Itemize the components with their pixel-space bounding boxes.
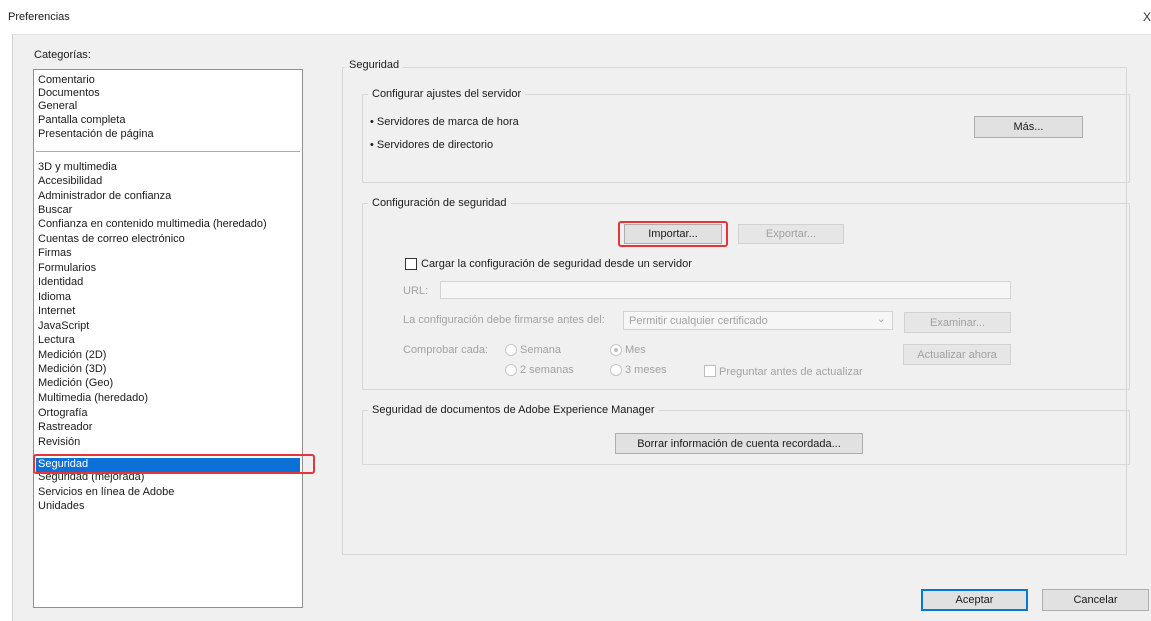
category-separator (36, 151, 300, 152)
category-item[interactable]: Ortografía (38, 407, 88, 420)
ask-before-update-checkbox[interactable] (704, 365, 716, 377)
timestamp-servers-label: • Servidores de marca de hora (370, 116, 519, 128)
radio-two-weeks[interactable] (505, 364, 517, 376)
category-item[interactable]: Pantalla completa (38, 114, 125, 127)
radio-week[interactable] (505, 344, 517, 356)
category-item[interactable]: Rastreador (38, 421, 92, 434)
aem-group-legend: Seguridad de documentos de Adobe Experie… (368, 404, 659, 416)
category-item[interactable]: Formularios (38, 262, 96, 275)
category-item[interactable]: Confianza en contenido multimedia (hered… (38, 218, 267, 231)
highlight-box (33, 454, 315, 474)
radio-week-label: Semana (520, 344, 561, 356)
server-group-legend: Configurar ajustes del servidor (368, 88, 526, 100)
security-settings-legend: Configuración de seguridad (368, 197, 511, 209)
category-item[interactable]: Identidad (38, 276, 83, 289)
ask-before-update-label: Preguntar antes de actualizar (719, 366, 863, 378)
category-item[interactable]: Servicios en línea de Adobe (38, 486, 174, 499)
category-item[interactable]: Accesibilidad (38, 175, 102, 188)
category-item[interactable]: Cuentas de correo electrónico (38, 233, 185, 246)
browse-button[interactable]: Examinar... (904, 312, 1011, 333)
category-item[interactable]: General (38, 100, 77, 113)
category-item[interactable]: Multimedia (heredado) (38, 392, 148, 405)
chevron-down-icon: ⌄ (877, 314, 886, 325)
sign-before-label: La configuración debe firmarse antes del… (403, 314, 605, 326)
radio-month-label: Mes (625, 344, 646, 356)
category-item[interactable]: Medición (3D) (38, 363, 106, 376)
check-every-label: Comprobar cada: (403, 344, 488, 356)
category-item[interactable]: Idioma (38, 291, 71, 304)
export-button[interactable]: Exportar... (738, 224, 844, 244)
category-item[interactable]: JavaScript (38, 320, 89, 333)
radio-month[interactable] (610, 344, 622, 356)
update-now-button[interactable]: Actualizar ahora (903, 344, 1011, 365)
categories-list[interactable]: Comentario Documentos General Pantalla c… (33, 69, 303, 608)
certificate-select-value: Permitir cualquier certificado (629, 315, 768, 327)
cancel-button[interactable]: Cancelar (1042, 589, 1149, 611)
clear-account-button[interactable]: Borrar información de cuenta recordada..… (615, 433, 863, 454)
category-item[interactable]: Medición (Geo) (38, 377, 113, 390)
category-item[interactable]: Comentario (38, 74, 95, 87)
radio-three-months[interactable] (610, 364, 622, 376)
certificate-select[interactable]: Permitir cualquier certificado ⌄ (623, 311, 893, 330)
category-item[interactable]: Presentación de página (38, 128, 154, 141)
panel-title: Seguridad (345, 59, 404, 71)
url-input[interactable] (440, 281, 1011, 299)
categories-label: Categorías: (34, 49, 91, 61)
category-item[interactable]: Medición (2D) (38, 349, 106, 362)
url-label: URL: (403, 285, 429, 297)
directory-servers-label: • Servidores de directorio (370, 139, 494, 151)
category-item[interactable]: Internet (38, 305, 75, 318)
load-from-server-checkbox[interactable] (405, 258, 417, 270)
import-highlight-box (618, 221, 728, 247)
radio-two-weeks-label: 2 semanas (520, 364, 574, 376)
category-item[interactable]: Administrador de confianza (38, 190, 171, 203)
load-from-server-label: Cargar la configuración de seguridad des… (421, 258, 692, 270)
category-item[interactable]: Revisión (38, 436, 80, 449)
category-item[interactable]: Buscar (38, 204, 72, 217)
category-item[interactable]: Unidades (38, 500, 84, 513)
category-item[interactable]: Lectura (38, 334, 75, 347)
category-item[interactable]: Documentos (38, 87, 100, 100)
window-title: Preferencias (8, 11, 70, 23)
title-bar: Preferencias X (0, 0, 1151, 34)
category-item[interactable]: 3D y multimedia (38, 161, 117, 174)
more-button[interactable]: Más... (974, 116, 1083, 138)
radio-three-months-label: 3 meses (625, 364, 667, 376)
category-item[interactable]: Firmas (38, 247, 72, 260)
close-icon[interactable]: X (1143, 10, 1151, 24)
ok-button[interactable]: Aceptar (921, 589, 1028, 611)
